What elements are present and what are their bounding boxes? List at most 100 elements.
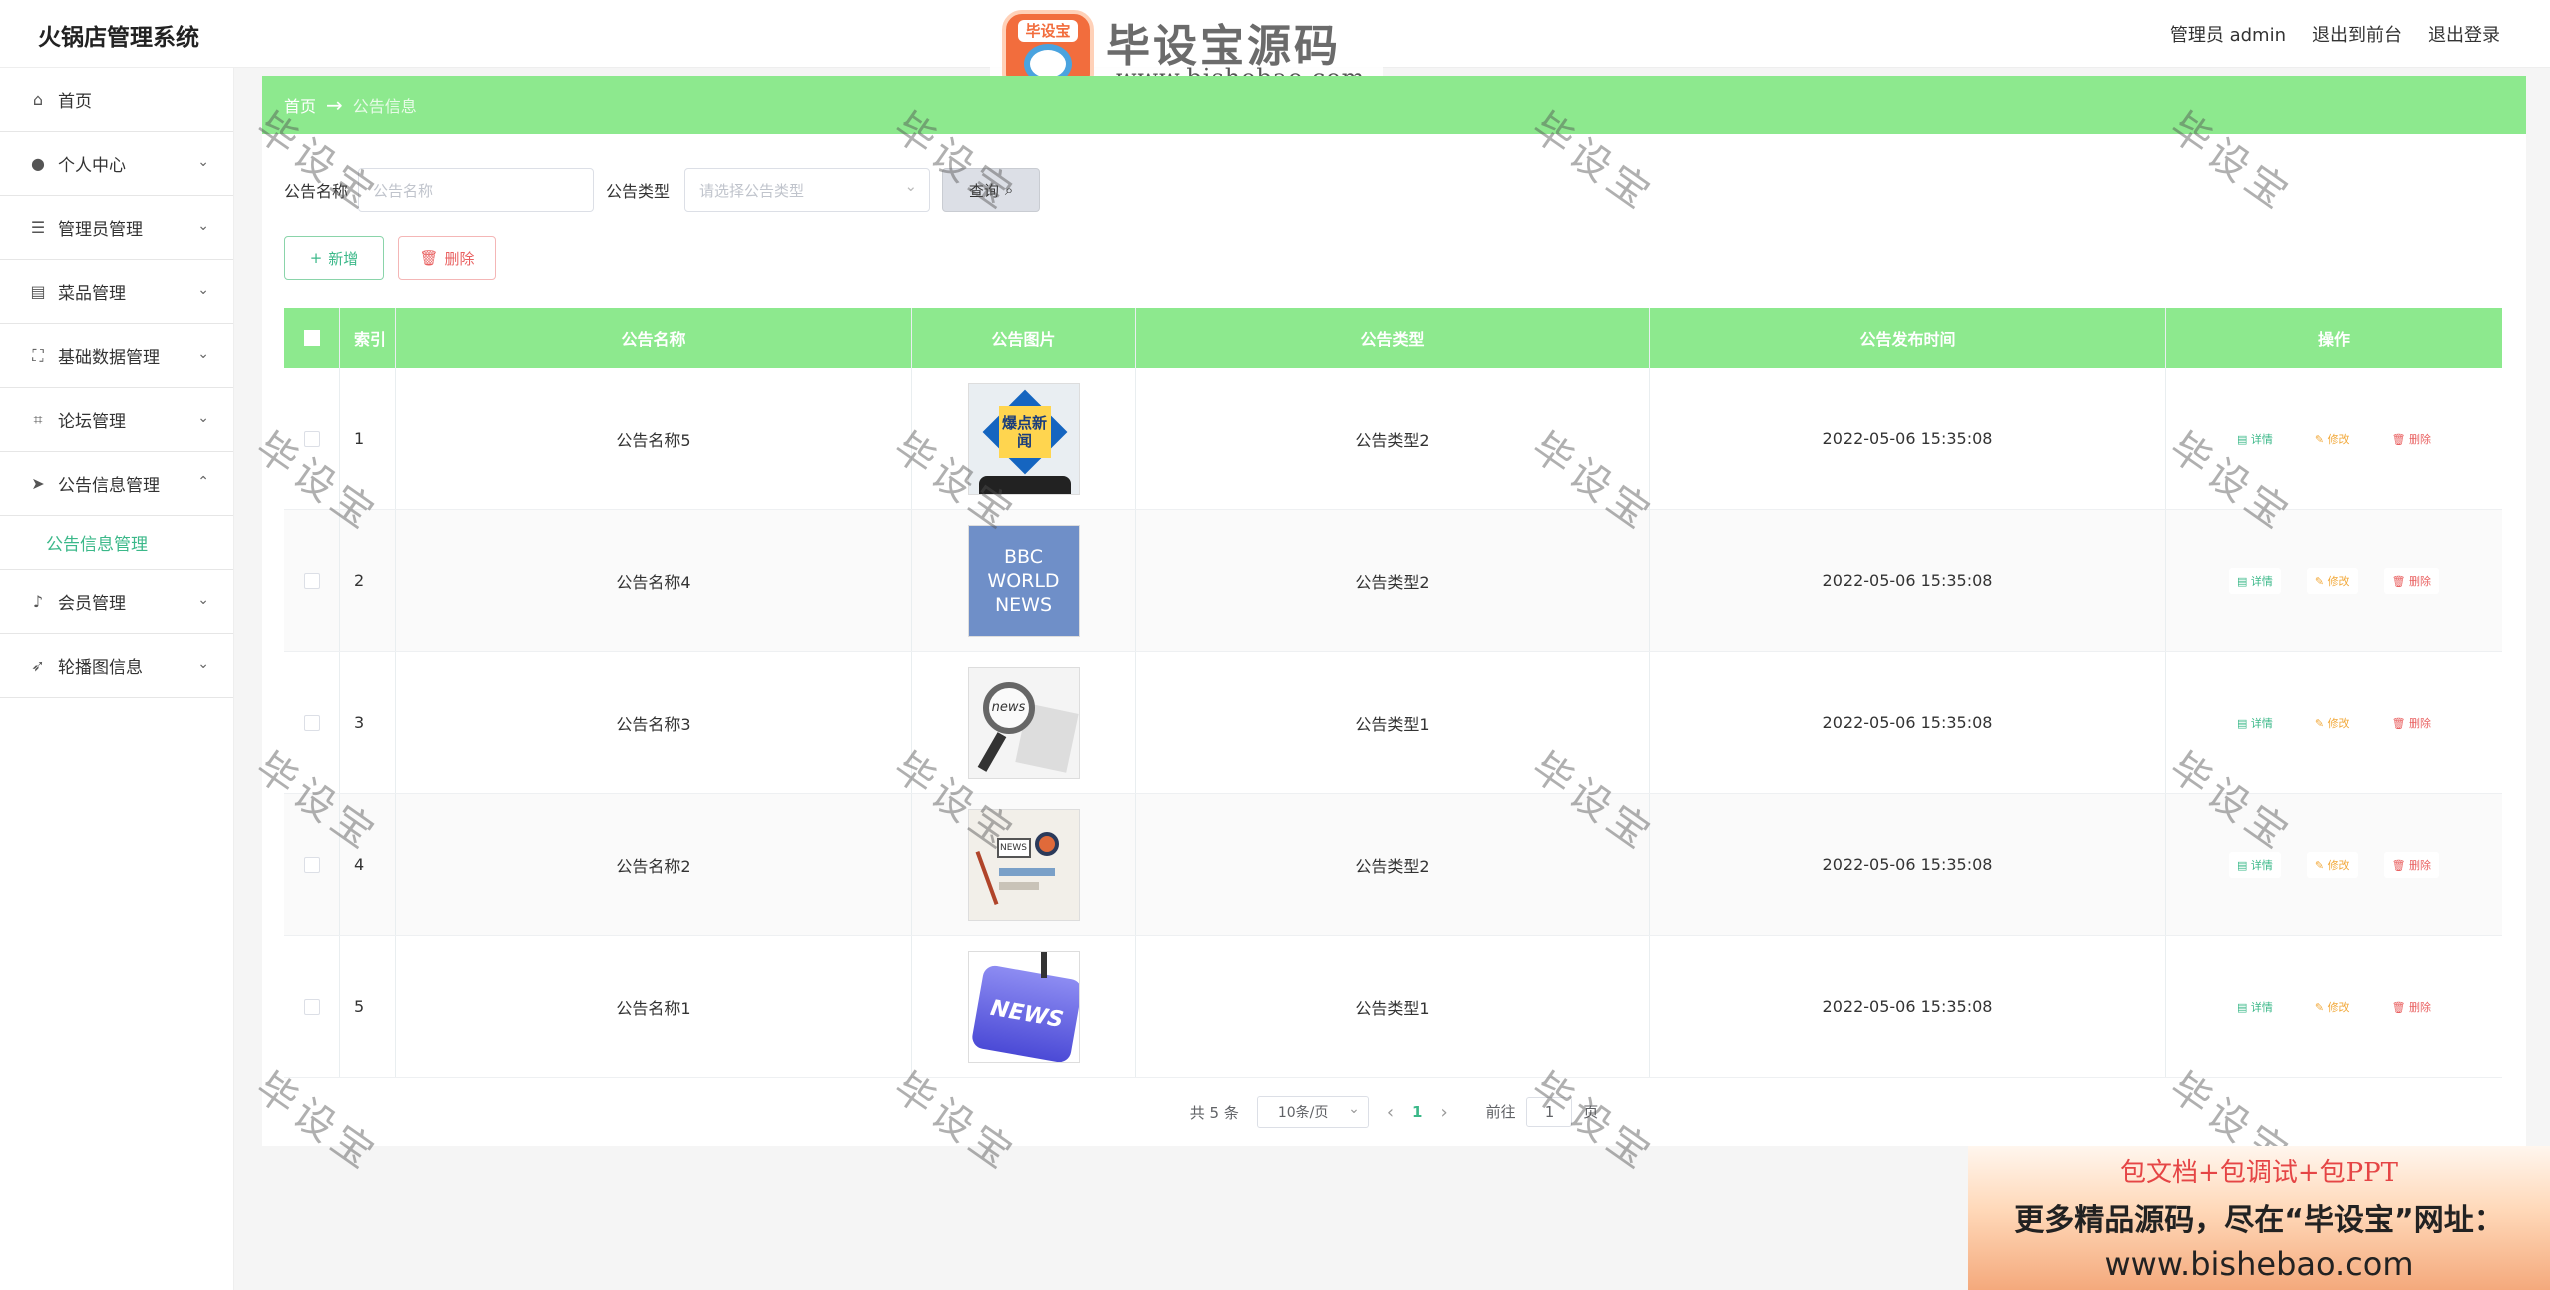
plus-icon: +: [309, 249, 323, 267]
edit-button[interactable]: ✎ 修改: [2306, 851, 2358, 878]
detail-button[interactable]: ▤ 详情: [2228, 851, 2281, 878]
notice-image[interactable]: NEWS: [967, 808, 1080, 921]
page-size-select[interactable]: 10条/页: [1256, 1096, 1369, 1128]
add-button[interactable]: + 新增: [284, 236, 384, 280]
action-buttons: + 新增 🗑 删除: [284, 236, 496, 280]
header-image[interactable]: 公告图片: [912, 308, 1136, 368]
crop-icon: ⌗: [33, 409, 43, 429]
page-number[interactable]: 1: [1412, 1103, 1422, 1121]
to-front-link[interactable]: 退出到前台: [2312, 21, 2402, 47]
detail-button[interactable]: ▤ 详情: [2228, 709, 2281, 736]
row-time: 2022-05-06 15:35:08: [1650, 510, 2166, 651]
header-time[interactable]: 公告发布时间: [1650, 308, 2166, 368]
promo-line-1: 包文档+包调试+包PPT: [2120, 1158, 2398, 1188]
row-type: 公告类型2: [1136, 368, 1650, 509]
header-name[interactable]: 公告名称: [396, 308, 912, 368]
edit-button[interactable]: ✎ 修改: [2306, 567, 2358, 594]
microphone-icon: ♪: [32, 592, 44, 611]
header-type[interactable]: 公告类型: [1136, 308, 1650, 368]
table-row: 5 公告名称1 NEWS 公告类型1 2022-05-06 15:35:08 ▤…: [284, 936, 2502, 1078]
edit-button[interactable]: ✎ 修改: [2306, 709, 2358, 736]
pagination: 共 5 条 10条/页 ‹ 1 › 前往 1 页: [262, 1092, 2526, 1132]
edit-button[interactable]: ✎ 修改: [2306, 425, 2358, 452]
table-row: 4 公告名称2 NEWS 公告类型2 2022-05-06 15:35:08 ▤…: [284, 794, 2502, 936]
notice-image[interactable]: 爆点新闻: [967, 382, 1080, 495]
menu-icon: ☰: [30, 218, 46, 237]
breadcrumb-current: 公告信息: [352, 97, 417, 116]
sidebar-item-home[interactable]: ⌂ 首页: [0, 68, 233, 132]
goto-page-input[interactable]: 1: [1526, 1097, 1573, 1127]
row-checkbox[interactable]: [284, 794, 340, 935]
sidebar-item-member-management[interactable]: ♪ 会员管理 ⌄: [0, 570, 233, 634]
row-index: 2: [340, 510, 396, 651]
row-name: 公告名称4: [396, 510, 912, 651]
promo-line-3: www.bishebao.com: [2104, 1245, 2414, 1283]
notice-image[interactable]: BBC WORLD NEWS: [967, 524, 1080, 637]
detail-button[interactable]: ▤ 详情: [2228, 567, 2281, 594]
detail-button[interactable]: ▤ 详情: [2228, 425, 2281, 452]
edit-button[interactable]: ✎ 修改: [2306, 993, 2358, 1020]
chevron-down-icon: ⌄: [197, 592, 209, 608]
delete-button[interactable]: 🗑 删除: [2383, 851, 2440, 878]
row-name: 公告名称2: [396, 794, 912, 935]
user-icon: ●: [31, 154, 45, 173]
sidebar-item-forum[interactable]: ⌗ 论坛管理 ⌄: [0, 388, 233, 452]
row-checkbox[interactable]: [284, 652, 340, 793]
promo-line-2: 更多精品源码，尽在“毕设宝”网址：: [2014, 1203, 2504, 1238]
chevron-down-icon: ⌄: [197, 282, 209, 298]
query-button[interactable]: 查询 ⌕: [942, 168, 1041, 212]
row-checkbox[interactable]: [284, 368, 340, 509]
arrow-right-icon: →: [326, 93, 343, 117]
main-content: 首页 → 公告信息 公告名称 公告名称 公告类型 请选择公告类型 ⌄ 查询 ⌕ …: [262, 76, 2526, 1146]
logout-link[interactable]: 退出登录: [2428, 21, 2500, 47]
delete-button[interactable]: 🗑 删除: [2383, 425, 2440, 452]
sidebar-item-admin-management[interactable]: ☰ 管理员管理 ⌄: [0, 196, 233, 260]
name-filter-label: 公告名称: [284, 182, 349, 201]
row-name: 公告名称3: [396, 652, 912, 793]
chevron-down-icon: ⌄: [197, 656, 209, 672]
prev-page-icon[interactable]: ‹: [1387, 1102, 1394, 1123]
next-page-icon[interactable]: ›: [1440, 1102, 1447, 1123]
row-name: 公告名称5: [396, 368, 912, 509]
breadcrumb-home[interactable]: 首页: [284, 93, 316, 117]
notice-image[interactable]: NEWS: [967, 950, 1080, 1063]
select-all-checkbox[interactable]: [284, 308, 340, 368]
app-title: 火锅店管理系统: [38, 25, 199, 51]
delete-button[interactable]: 🗑 删除: [2383, 993, 2440, 1020]
breadcrumb: 首页 → 公告信息: [262, 76, 2526, 134]
current-user-label: 管理员 admin: [2169, 25, 2286, 46]
row-type: 公告类型2: [1136, 510, 1650, 651]
row-checkbox[interactable]: [284, 936, 340, 1077]
row-index: 1: [340, 368, 396, 509]
chevron-down-icon: ⌄: [197, 346, 209, 362]
sidebar-item-basic-data[interactable]: ⛶ 基础数据管理 ⌄: [0, 324, 233, 388]
delete-button[interactable]: 🗑 删除: [2383, 567, 2440, 594]
promo-banner: 包文档+包调试+包PPT 更多精品源码，尽在“毕设宝”网址： www.bishe…: [1968, 1146, 2550, 1290]
sidebar-subitem-notice[interactable]: 公告信息管理: [0, 516, 233, 570]
sidebar-item-dish-management[interactable]: ▤ 菜品管理 ⌄: [0, 260, 233, 324]
trash-icon: 🗑: [419, 249, 439, 267]
type-filter-select[interactable]: 请选择公告类型 ⌄: [684, 168, 931, 212]
row-name: 公告名称1: [396, 936, 912, 1077]
table-row: 3 公告名称3 news 公告类型1 2022-05-06 15:35:08 ▤…: [284, 652, 2502, 794]
batch-delete-button[interactable]: 🗑 删除: [398, 236, 496, 280]
row-time: 2022-05-06 15:35:08: [1650, 936, 2166, 1077]
search-icon: ⌕: [1004, 181, 1014, 199]
notice-image[interactable]: news: [967, 666, 1080, 779]
row-type: 公告类型2: [1136, 794, 1650, 935]
table-row: 1 公告名称5 爆点新闻 公告类型2 2022-05-06 15:35:08 ▤…: [284, 368, 2502, 510]
delete-button[interactable]: 🗑 删除: [2383, 709, 2440, 736]
sidebar-item-notice-management[interactable]: ➤ 公告信息管理 ⌃: [0, 452, 233, 516]
sidebar-item-personal-center[interactable]: ● 个人中心 ⌄: [0, 132, 233, 196]
notice-table: 索引 公告名称 公告图片 公告类型 公告发布时间 操作 1 公告名称5 爆点新闻…: [284, 308, 2502, 1078]
row-index: 3: [340, 652, 396, 793]
row-type: 公告类型1: [1136, 936, 1650, 1077]
row-checkbox[interactable]: [284, 510, 340, 651]
name-filter-input[interactable]: 公告名称: [358, 168, 595, 212]
sidebar-item-carousel[interactable]: ➶ 轮播图信息 ⌄: [0, 634, 233, 698]
table-row: 2 公告名称4 BBC WORLD NEWS 公告类型2 2022-05-06 …: [284, 510, 2502, 652]
detail-button[interactable]: ▤ 详情: [2228, 993, 2281, 1020]
send-icon: ➤: [31, 474, 45, 493]
row-time: 2022-05-06 15:35:08: [1650, 368, 2166, 509]
search-form: 公告名称 公告名称 公告类型 请选择公告类型 ⌄ 查询 ⌕: [284, 168, 1041, 212]
